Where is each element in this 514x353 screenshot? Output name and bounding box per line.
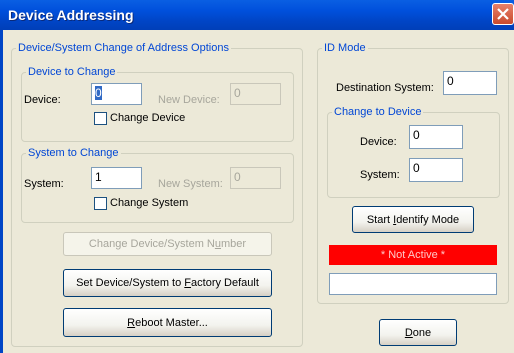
change-to-device-legend: Change to Device xyxy=(334,106,422,118)
done-label: Done xyxy=(404,326,432,339)
factory-default-button[interactable]: Set Device/System to Factory Default xyxy=(63,269,272,297)
id-system-input[interactable]: 0 xyxy=(409,158,463,182)
id-device-label: Device: xyxy=(360,136,397,148)
title-bar: Device Addressing xyxy=(0,0,514,30)
close-button[interactable] xyxy=(492,3,514,25)
close-icon xyxy=(497,8,509,20)
new-device-label: New Device: xyxy=(158,94,220,106)
device-to-change-legend: Device to Change xyxy=(28,66,116,78)
start-identify-label: Start Identify Mode xyxy=(366,213,460,226)
reboot-master-button[interactable]: Reboot Master... xyxy=(63,308,272,337)
dialog-body: Device/System Change of Address Options … xyxy=(0,30,514,353)
address-options-legend: Device/System Change of Address Options xyxy=(18,42,229,54)
new-system-input[interactable]: 0 xyxy=(230,167,281,189)
device-label: Device: xyxy=(24,94,61,106)
change-number-label: Change Device/System Number xyxy=(88,238,247,250)
device-input[interactable]: 0 xyxy=(91,83,142,105)
system-label: System: xyxy=(24,178,64,190)
id-device-input[interactable]: 0 xyxy=(409,125,463,149)
change-device-label[interactable]: Change Device xyxy=(110,112,185,124)
new-device-input[interactable]: 0 xyxy=(230,83,281,105)
change-device-checkbox[interactable] xyxy=(94,112,107,125)
id-mode-legend: ID Mode xyxy=(324,42,366,54)
system-to-change-legend: System to Change xyxy=(28,147,119,159)
destination-system-label: Destination System: xyxy=(336,82,434,94)
change-to-device-group: Change to Device xyxy=(327,106,500,198)
change-number-button[interactable]: Change Device/System Number xyxy=(63,232,272,256)
change-system-checkbox[interactable] xyxy=(94,197,107,210)
id-system-label: System: xyxy=(360,169,400,181)
window-title: Device Addressing xyxy=(8,7,134,23)
done-button[interactable]: Done xyxy=(379,319,457,346)
reboot-master-label: Reboot Master... xyxy=(127,316,208,329)
status-indicator: * Not Active * xyxy=(329,245,497,265)
change-system-label[interactable]: Change System xyxy=(110,197,188,209)
new-system-label: New System: xyxy=(158,178,223,190)
start-identify-button[interactable]: Start Identify Mode xyxy=(352,206,474,233)
destination-system-input[interactable]: 0 xyxy=(443,71,497,95)
factory-default-label: Set Device/System to Factory Default xyxy=(76,277,259,289)
status-message-field xyxy=(329,273,497,295)
system-input[interactable]: 1 xyxy=(91,167,142,189)
